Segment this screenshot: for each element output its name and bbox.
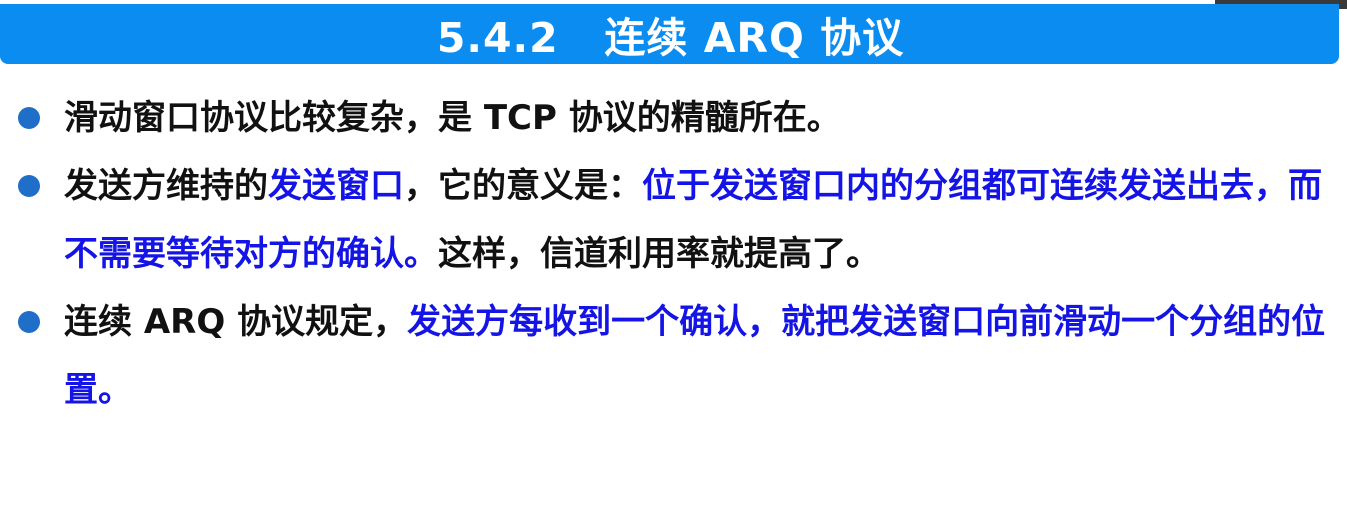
highlight-text: 发送窗口	[268, 166, 404, 206]
bullet-text: 连续 ARQ 协议规定，	[64, 302, 408, 342]
slide: 5.4.2 连续 ARQ 协议 滑动窗口协议比较复杂，是 TCP 协议的精髓所在…	[0, 0, 1347, 514]
bullet-text: ，它的意义是：	[404, 166, 642, 206]
bullet-dot-icon	[18, 175, 40, 197]
bullet-item-1: 滑动窗口协议比较复杂，是 TCP 协议的精髓所在。	[0, 84, 1347, 152]
bullet-dot-icon	[18, 107, 40, 129]
title-bar: 5.4.2 连续 ARQ 协议	[0, 4, 1339, 64]
bullet-item-3: 连续 ARQ 协议规定，发送方每收到一个确认，就把发送窗口向前滑动一个分组的位置…	[0, 288, 1347, 424]
bullet-dot-icon	[18, 311, 40, 333]
slide-title: 5.4.2 连续 ARQ 协议	[436, 14, 905, 62]
bullet-text: 滑动窗口协议比较复杂，是 TCP 协议的精髓所在。	[64, 98, 841, 138]
bullet-list: 滑动窗口协议比较复杂，是 TCP 协议的精髓所在。 发送方维持的发送窗口，它的意…	[0, 84, 1347, 424]
bullet-text: 这样，信道利用率就提高了。	[438, 234, 880, 274]
bullet-item-2: 发送方维持的发送窗口，它的意义是：位于发送窗口内的分组都可连续发送出去，而不需要…	[0, 152, 1347, 288]
bullet-text: 发送方维持的	[64, 166, 268, 206]
